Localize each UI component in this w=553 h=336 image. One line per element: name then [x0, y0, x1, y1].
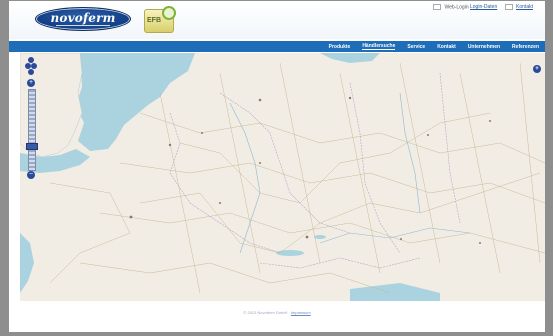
- efb-badge-icon[interactable]: EFB: [144, 6, 176, 33]
- footer-text: © 2012 Novoferm GmbH ·: [243, 310, 290, 315]
- zoom-in-button[interactable]: +: [27, 79, 35, 87]
- pan-right-icon[interactable]: [31, 63, 37, 69]
- login-area: Web-Login Login-Daten Kontakt: [431, 4, 537, 10]
- logo-underline: [56, 25, 110, 26]
- zoom-control: + −: [25, 57, 38, 181]
- web-page: novoferm EFB Web-Login Login-Daten Konta…: [9, 1, 545, 332]
- nav-item-5[interactable]: Referenzen: [512, 44, 539, 50]
- nav-item-3[interactable]: Kontakt: [437, 44, 456, 50]
- zoom-slider-handle[interactable]: [26, 143, 38, 150]
- contact-link[interactable]: Kontakt: [516, 4, 533, 10]
- badge-text: EFB: [147, 17, 161, 24]
- contact-checkbox-icon[interactable]: [504, 4, 513, 10]
- map-view[interactable]: + − +: [20, 53, 545, 301]
- novoferm-logo[interactable]: novoferm: [35, 7, 131, 31]
- nav-items: Produkte Händlersuche Service Kontakt Untern…: [329, 41, 539, 52]
- badge-circle-icon: [162, 6, 176, 20]
- screenshot-frame: novoferm EFB Web-Login Login-Daten Konta…: [0, 0, 553, 336]
- zoom-out-button[interactable]: −: [27, 171, 35, 179]
- lake-constance: [314, 235, 326, 239]
- zoom-bar[interactable]: [28, 89, 36, 171]
- nav-item-0[interactable]: Produkte: [329, 44, 351, 50]
- login-prefix: Web-Login: [444, 4, 469, 11]
- header: novoferm EFB Web-Login Login-Daten Konta…: [9, 1, 545, 39]
- nav-item-1[interactable]: Händlersuche: [362, 43, 396, 50]
- footer-link[interactable]: Impressum: [291, 310, 311, 315]
- nav-item-4[interactable]: Unternehmen: [468, 44, 500, 50]
- logo-text: novoferm: [50, 11, 116, 25]
- login-data-link[interactable]: Login-Daten: [470, 4, 497, 10]
- login-checkbox-icon[interactable]: [433, 4, 442, 10]
- nav-item-2[interactable]: Service: [407, 44, 425, 50]
- footer: © 2012 Novoferm GmbH · Impressum: [9, 310, 545, 315]
- layer-switcher-button[interactable]: +: [533, 65, 541, 73]
- map-canvas: [20, 53, 545, 301]
- main-navigation: Produkte Händlersuche Service Kontakt Untern…: [9, 41, 545, 52]
- pan-down-icon[interactable]: [28, 69, 34, 75]
